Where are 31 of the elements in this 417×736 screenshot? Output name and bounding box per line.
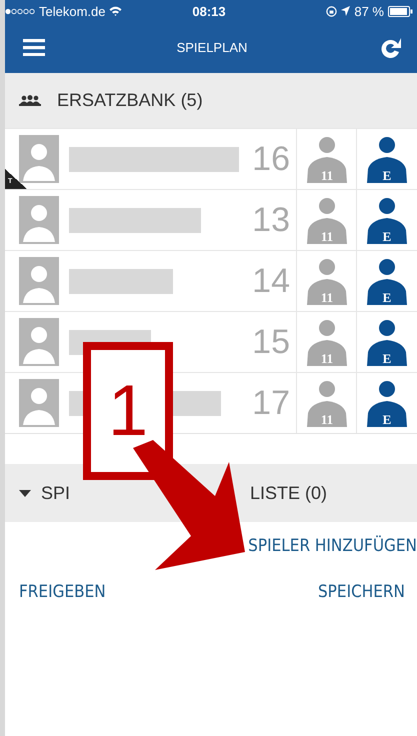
avatar-icon: [19, 257, 59, 305]
add-player-link[interactable]: SPIELER HINZUFÜGEN: [248, 536, 417, 556]
location-icon: [341, 6, 350, 16]
screen-title: SPIELPLAN: [176, 40, 248, 55]
section-title: ERSATZBANK (5): [57, 90, 203, 111]
step-number: 1: [83, 342, 173, 480]
section-title-start: SPI: [41, 482, 70, 504]
jersey-number: 15: [252, 322, 290, 362]
jersey-number: 13: [252, 200, 290, 240]
save-button[interactable]: SPEICHERN: [318, 582, 405, 602]
battery-icon: [388, 6, 413, 16]
avatar-icon: [19, 196, 59, 244]
section-title-end: LISTE (0): [250, 482, 328, 504]
jersey-number: 17: [252, 384, 290, 422]
menu-button[interactable]: [21, 37, 47, 58]
battery-percent: 87 %: [354, 4, 384, 18]
team-icon: [19, 95, 41, 106]
avatar-icon: [19, 135, 59, 183]
jersey-number: 14: [252, 262, 290, 300]
release-button[interactable]: FREIGEBEN: [19, 582, 106, 602]
wifi-icon: [109, 6, 122, 16]
expand-caret-icon[interactable]: [19, 490, 31, 496]
signal-icon: [5, 8, 35, 14]
carrier-name: Telekom.de: [39, 4, 106, 18]
menu-icon: [23, 39, 45, 56]
jersey-number: 16: [252, 140, 290, 178]
avatar-icon: [19, 379, 59, 427]
refresh-icon: [378, 36, 403, 60]
clock-time: 08:13: [192, 4, 226, 18]
avatar-icon: [19, 318, 59, 366]
rotation-lock-icon: [326, 6, 338, 16]
